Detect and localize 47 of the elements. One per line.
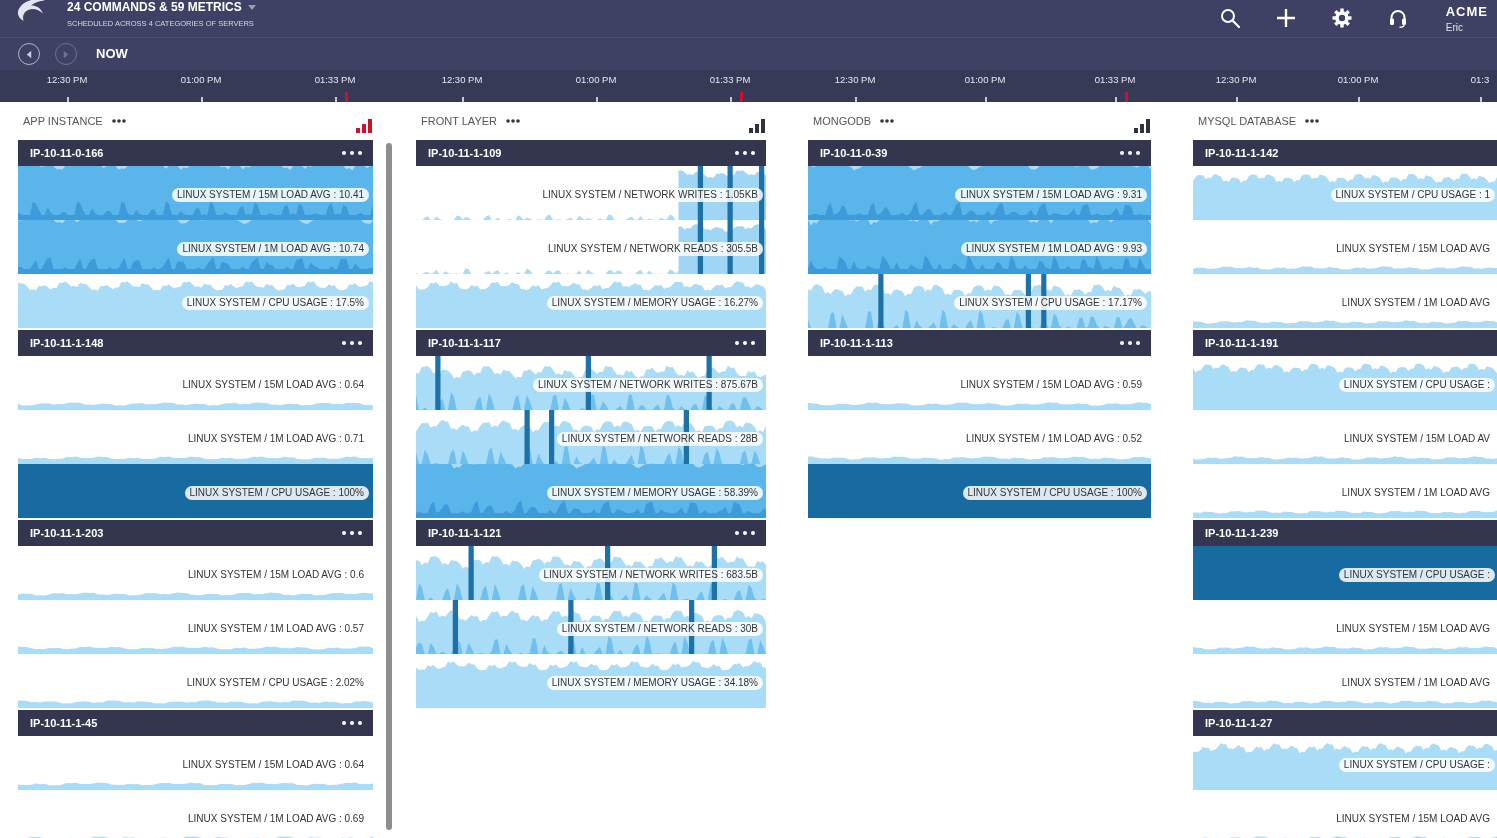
- metric-label: LINUX SYSTEM / 1M LOAD AVG : 9.93: [961, 242, 1147, 256]
- metric-label: LINUX SYSTEM / MEMORY USAGE : 16.27%: [546, 296, 763, 310]
- time-label: 01:00 PM: [575, 74, 617, 85]
- time-label: 01:00 PM: [180, 74, 222, 85]
- time-label: 01:33 PM: [709, 74, 751, 85]
- server-name: IP-10-11-1-121: [428, 527, 502, 539]
- org-name: ACME: [1445, 4, 1488, 19]
- server-name: IP-10-11-0-166: [30, 147, 104, 159]
- server-name: IP-10-11-1-117: [428, 337, 501, 349]
- server-name: IP-10-11-1-191: [1205, 337, 1279, 349]
- time-label: 12:30 PM: [46, 74, 88, 85]
- time-label: 01:3: [1470, 74, 1490, 85]
- metric-label: LINUX SYSTEM / 1M LOAD AVG : 10.74: [177, 242, 369, 256]
- metric-label: LINUX SYSTEM / CPU USAGE : 1: [1330, 188, 1495, 202]
- time-label: 01:00 PM: [1337, 74, 1379, 85]
- time-label: 01:00 PM: [964, 74, 1006, 85]
- server-name: IP-10-11-1-45: [30, 717, 98, 729]
- time-label: 01:33 PM: [314, 74, 356, 85]
- server-name: IP-10-11-1-27: [1205, 717, 1273, 729]
- metric-label: LINUX SYSTEM / CPU USAGE :: [1338, 568, 1495, 582]
- time-label: 12:30 PM: [1215, 74, 1257, 85]
- metric-label: LINUX SYSTEM / CPU USAGE :: [1338, 758, 1495, 772]
- time-label: 12:30 PM: [834, 74, 876, 85]
- server-name: IP-10-11-1-239: [1205, 527, 1279, 539]
- server-name: IP-10-11-1-109: [428, 147, 502, 159]
- metric-label: LINUX SYSTEM / 15M LOAD AVG : 9.31: [955, 188, 1147, 202]
- server-name: IP-10-11-1-203: [30, 527, 104, 539]
- metric-label: LINUX SYSTEM / MEMORY USAGE : 34.18%: [546, 676, 763, 690]
- metric-label: LINUX SYSTEM / CPU USAGE : 17.5%: [181, 296, 369, 310]
- metric-label: LINUX SYSTEM / CPU USAGE :: [1338, 378, 1495, 392]
- dashboard-title: 24 COMMANDS & 59 METRICS: [67, 0, 242, 14]
- column-title: MYSQL DATABASE: [1197, 113, 1297, 129]
- server-name: IP-10-11-1-113: [820, 337, 893, 349]
- column-title: APP INSTANCE: [22, 113, 103, 129]
- metric-label: LINUX SYSTEM / CPU USAGE : 100%: [184, 486, 369, 500]
- time-label: 01:33 PM: [1094, 74, 1136, 85]
- user-name: Eric: [1445, 22, 1464, 34]
- metric-label: LINUX SYSTEM / MEMORY USAGE : 58.39%: [546, 486, 763, 500]
- now-label: NOW: [96, 45, 128, 64]
- column-title: FRONT LAYER: [420, 113, 497, 129]
- column-title: MONGODB: [812, 113, 872, 129]
- server-name: IP-10-11-1-142: [1205, 147, 1279, 159]
- server-name: IP-10-11-1-148: [30, 337, 104, 349]
- metric-label: LINUX SYSTEM / 15M LOAD AVG : 10.41: [171, 188, 369, 202]
- server-name: IP-10-11-0-39: [820, 147, 888, 159]
- metric-label: LINUX SYSTEM / CPU USAGE : 100%: [962, 486, 1147, 500]
- time-label: 12:30 PM: [441, 74, 483, 85]
